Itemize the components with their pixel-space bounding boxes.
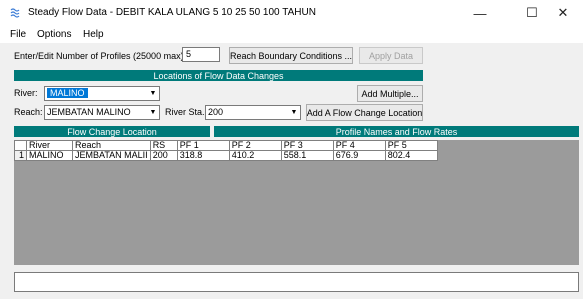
menu-options[interactable]: Options bbox=[37, 29, 71, 40]
reach-boundary-conditions-button[interactable]: Reach Boundary Conditions ... bbox=[229, 47, 353, 64]
cell-river[interactable]: MALINO bbox=[26, 150, 73, 161]
reach-label: Reach: bbox=[14, 107, 43, 117]
column-header-pf5[interactable]: PF 5 bbox=[384, 140, 438, 151]
add-multiple-button[interactable]: Add Multiple... bbox=[357, 85, 423, 102]
locations-header: Locations of Flow Data Changes bbox=[14, 70, 423, 81]
apply-data-button[interactable]: Apply Data bbox=[359, 47, 423, 64]
menu-file[interactable]: File bbox=[10, 29, 26, 40]
chevron-down-icon: ▼ bbox=[149, 90, 157, 97]
column-header-pf2[interactable]: PF 2 bbox=[228, 140, 282, 151]
cell-pf1[interactable]: 318.8 bbox=[176, 150, 230, 161]
description-box[interactable] bbox=[14, 272, 579, 292]
table-row: 1 MALINO JEMBATAN MALII 200 318.8 410.2 … bbox=[14, 150, 438, 161]
chevron-down-icon: ▼ bbox=[149, 109, 157, 116]
menu-help[interactable]: Help bbox=[83, 29, 104, 40]
column-header-river[interactable]: River bbox=[26, 140, 73, 151]
corner-cell bbox=[14, 140, 27, 151]
river-station-value: 200 bbox=[208, 107, 224, 117]
cell-reach[interactable]: JEMBATAN MALII bbox=[72, 150, 151, 161]
reach-select[interactable]: JEMBATAN MALINO ▼ bbox=[44, 105, 160, 120]
river-select[interactable]: MALINO ▼ bbox=[44, 86, 160, 101]
flow-change-location-header: Flow Change Location bbox=[14, 126, 210, 137]
cell-pf4[interactable]: 676.9 bbox=[332, 150, 386, 161]
river-select-value: MALINO bbox=[47, 88, 88, 98]
minimize-button[interactable]: — bbox=[460, 0, 500, 26]
river-station-select[interactable]: 200 ▼ bbox=[205, 105, 301, 120]
window-title: Steady Flow Data - DEBIT KALA ULANG 5 10… bbox=[28, 7, 316, 18]
cell-pf5[interactable]: 802.4 bbox=[384, 150, 438, 161]
column-header-reach[interactable]: Reach bbox=[72, 140, 151, 151]
menu-bar: File Options Help bbox=[0, 27, 583, 43]
flow-table: River Reach RS PF 1 PF 2 PF 3 PF 4 PF 5 … bbox=[14, 140, 438, 161]
column-header-pf4[interactable]: PF 4 bbox=[332, 140, 386, 151]
flow-data-grid: River Reach RS PF 1 PF 2 PF 3 PF 4 PF 5 … bbox=[14, 140, 579, 265]
column-header-pf3[interactable]: PF 3 bbox=[280, 140, 334, 151]
column-header-pf1[interactable]: PF 1 bbox=[176, 140, 230, 151]
profiles-count-input[interactable]: 5 bbox=[182, 47, 220, 62]
column-header-rs[interactable]: RS bbox=[149, 140, 178, 151]
title-bar: Steady Flow Data - DEBIT KALA ULANG 5 10… bbox=[0, 0, 583, 26]
table-header-row: River Reach RS PF 1 PF 2 PF 3 PF 4 PF 5 bbox=[14, 140, 438, 151]
close-button[interactable]: ✕ bbox=[543, 0, 583, 26]
river-label: River: bbox=[14, 88, 38, 98]
cell-rs[interactable]: 200 bbox=[149, 150, 178, 161]
chevron-down-icon: ▼ bbox=[290, 109, 298, 116]
profiles-label: Enter/Edit Number of Profiles (25000 max… bbox=[14, 51, 187, 61]
profile-names-header: Profile Names and Flow Rates bbox=[214, 126, 579, 137]
river-sta-label: River Sta.: bbox=[165, 107, 208, 117]
cell-pf2[interactable]: 410.2 bbox=[228, 150, 282, 161]
client-area: Enter/Edit Number of Profiles (25000 max… bbox=[0, 43, 583, 299]
add-flow-change-location-button[interactable]: Add A Flow Change Location bbox=[306, 104, 423, 121]
reach-select-value: JEMBATAN MALINO bbox=[47, 107, 131, 117]
row-number[interactable]: 1 bbox=[14, 150, 27, 161]
cell-pf3[interactable]: 558.1 bbox=[280, 150, 334, 161]
app-icon bbox=[10, 8, 20, 18]
